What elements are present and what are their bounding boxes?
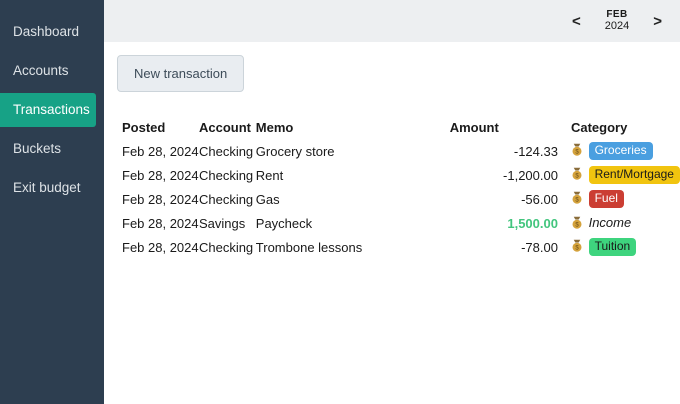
table-row[interactable]: Feb 28, 2024 Checking Trombone lessons -… [122,235,680,259]
money-bag-icon: $ [571,239,583,255]
chevron-left-icon[interactable]: < [568,11,585,32]
sidebar: Dashboard Accounts Transactions Buckets … [0,0,104,404]
posted-cell: Feb 28, 2024 [122,167,199,183]
chevron-right-icon[interactable]: > [649,11,666,32]
sidebar-item-dashboard[interactable]: Dashboard [0,15,96,49]
memo-cell: Gas [255,191,280,207]
table-row[interactable]: Feb 28, 2024 Savings Paycheck 1,500.00 $… [122,211,680,235]
category-cell: $ Fuel [558,187,680,211]
memo-cell: Paycheck [255,215,313,231]
amount-cell: -56.00 [521,191,558,207]
money-bag-icon: $ [571,167,583,183]
category-cell: $ Rent/Mortgage [558,163,680,187]
money-bag-icon: $ [571,191,583,207]
category-badge[interactable]: Tuition [588,238,637,256]
money-bag-icon: $ [571,143,583,159]
sidebar-item-buckets[interactable]: Buckets [0,132,96,166]
month-label: FEB [606,9,628,21]
month-display[interactable]: FEB 2024 [605,9,629,32]
category-cell: $ Tuition [558,235,680,259]
category-badge[interactable]: Rent/Mortgage [588,166,680,184]
col-header-memo: Memo [255,120,294,135]
posted-cell: Feb 28, 2024 [122,191,199,207]
posted-cell: Feb 28, 2024 [122,143,199,159]
table-body: Feb 28, 2024 Checking Grocery store -124… [122,139,680,259]
account-cell: Checking [198,239,254,255]
category-cell: $ Income [558,211,680,235]
amount-cell: 1,500.00 [507,215,558,231]
table-row[interactable]: Feb 28, 2024 Checking Rent -1,200.00 $ R… [122,163,680,187]
year-label: 2024 [604,20,630,33]
posted-cell: Feb 28, 2024 [122,215,199,231]
new-transaction-button[interactable]: New transaction [117,55,245,92]
month-navigation: < FEB 2024 > [568,9,666,32]
sidebar-item-transactions[interactable]: Transactions [0,93,96,127]
col-header-amount: Amount [449,120,499,135]
account-cell: Checking [198,191,254,207]
amount-cell: -1,200.00 [503,167,558,183]
col-header-posted: Posted [122,120,166,135]
topbar: < FEB 2024 > [104,0,680,42]
col-header-account: Account [198,120,251,135]
transactions-table: Posted Account Memo Amount Category Feb … [122,118,680,259]
table-header-row: Posted Account Memo Amount Category [122,118,680,139]
main-content: < FEB 2024 > New transaction Posted Acco… [104,0,680,404]
amount-cell: -78.00 [521,239,558,255]
account-cell: Checking [198,143,254,159]
amount-cell: -124.33 [513,143,558,159]
table-row[interactable]: Feb 28, 2024 Checking Gas -56.00 $ Fuel [122,187,680,211]
col-header-category: Category [570,120,628,135]
account-cell: Savings [198,215,246,231]
money-bag-icon: $ [571,216,583,232]
table-row[interactable]: Feb 28, 2024 Checking Grocery store -124… [122,139,680,163]
category-cell: $ Groceries [558,139,680,163]
memo-cell: Grocery store [255,143,335,159]
memo-cell: Rent [255,167,284,183]
account-cell: Checking [198,167,254,183]
sidebar-item-accounts[interactable]: Accounts [0,54,96,88]
memo-cell: Trombone lessons [255,239,363,255]
category-badge[interactable]: Fuel [588,190,624,208]
posted-cell: Feb 28, 2024 [122,239,199,255]
app-window: Dashboard Accounts Transactions Buckets … [0,0,680,404]
sidebar-item-exit-budget[interactable]: Exit budget [0,171,96,205]
category-badge[interactable]: Groceries [588,142,653,160]
category-badge: Income [588,215,632,230]
